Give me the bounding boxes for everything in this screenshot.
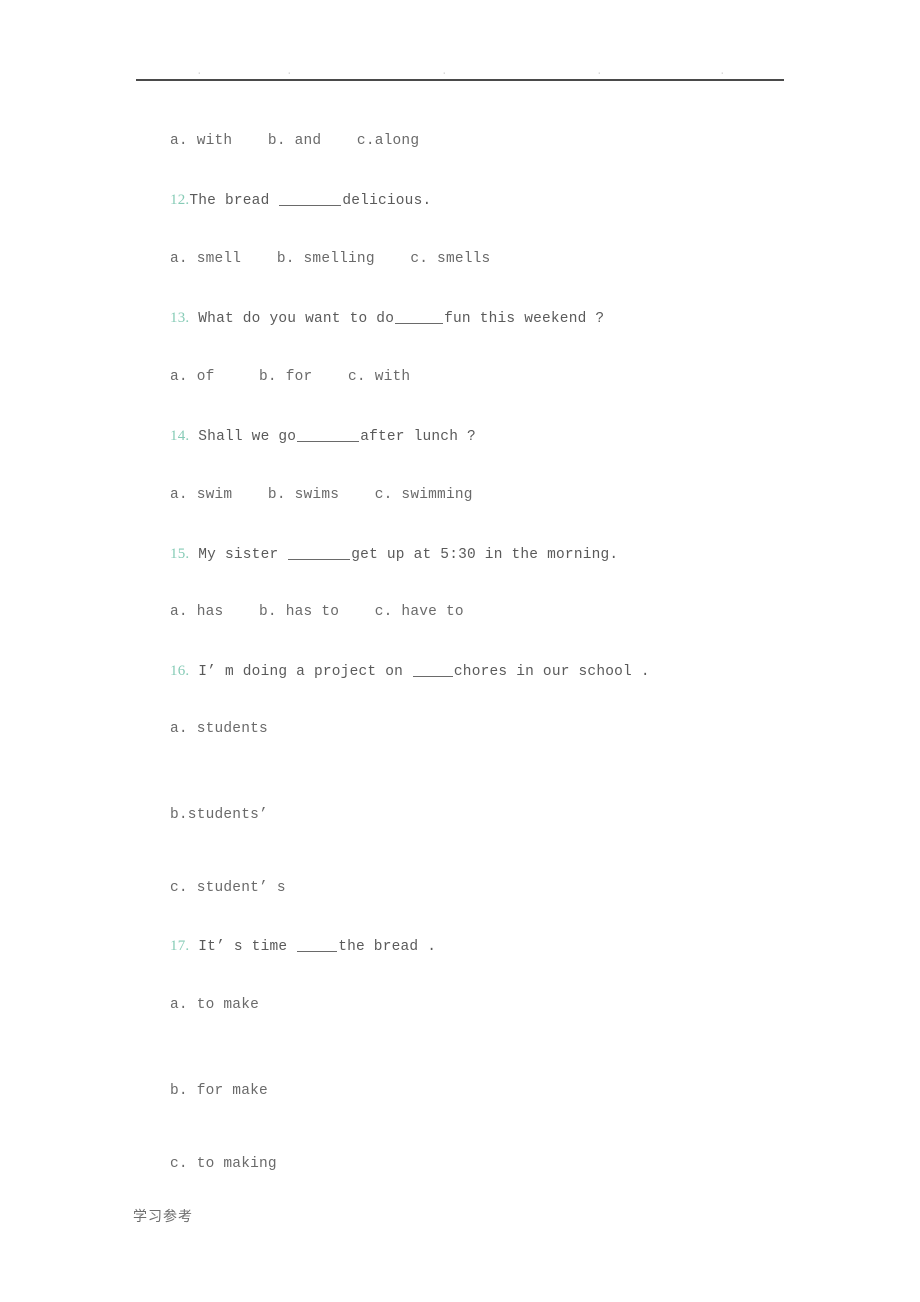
answer-blank[interactable] — [412, 663, 453, 677]
header-divider-rule — [136, 79, 784, 81]
option-q17-b[interactable]: b. for make — [170, 1081, 268, 1101]
answer-blank[interactable] — [395, 310, 444, 324]
question-number: 16. — [170, 663, 190, 679]
question-12: 12.The bread delicious. — [170, 190, 431, 211]
question-number: 12. — [170, 192, 190, 208]
question-16: 16. I’ m doing a project on chores in ou… — [170, 661, 650, 682]
header-ghost-fragment: . — [286, 66, 293, 78]
question-13: 13. What do you want to do fun this weeke… — [170, 308, 604, 329]
option-line-q12[interactable]: a. smell b. smelling c. smells — [170, 249, 490, 269]
option-q17-a[interactable]: a. to make — [170, 995, 259, 1015]
answer-blank[interactable] — [279, 192, 342, 206]
option-q16-c[interactable]: c. student’ s — [170, 878, 286, 898]
option-q16-a[interactable]: a. students — [170, 719, 268, 739]
option-q17-c[interactable]: c. to making — [170, 1154, 277, 1174]
header-ghost-fragment: . — [196, 66, 203, 78]
question-text-after: fun this weekend ? — [444, 311, 605, 327]
question-14: 14. Shall we go after lunch ? — [170, 426, 476, 447]
question-text-before: My sister — [189, 547, 288, 563]
option-line-q14[interactable]: a. swim b. swims c. swimming — [170, 485, 473, 505]
question-text-before: What do you want to do — [189, 311, 395, 327]
header-ghost-fragment: . — [441, 66, 448, 78]
header-ghost-fragment: . — [719, 66, 726, 78]
option-line-orphan: a. with b. and c.along — [170, 133, 420, 149]
header-ghost-fragment: . — [596, 66, 603, 78]
answer-blank[interactable] — [297, 938, 338, 952]
question-text-before: The bread — [189, 193, 279, 209]
question-text-after: the bread . — [338, 939, 437, 955]
question-number: 15. — [170, 546, 190, 562]
question-number: 17. — [170, 938, 190, 954]
option-line-q13[interactable]: a. of b. for c. with — [170, 367, 410, 387]
option-q16-b[interactable]: b.students’ — [170, 805, 268, 825]
question-15: 15. My sister get up at 5:30 in the morn… — [170, 544, 618, 565]
header-ghost-text: . . . . . — [136, 58, 784, 78]
question-text-after: delicious. — [342, 193, 432, 209]
page-footer: 学习参考 — [133, 1209, 193, 1225]
question-text-after: after lunch ? — [360, 429, 476, 445]
option-line-q15[interactable]: a. has b. has to c. have to — [170, 602, 464, 622]
question-number: 14. — [170, 428, 190, 444]
question-number: 13. — [170, 310, 190, 326]
answer-blank[interactable] — [288, 546, 351, 560]
question-text-before: It’ s time — [189, 939, 297, 955]
question-17: 17. It’ s time the bread . — [170, 936, 436, 957]
question-text-before: Shall we go — [189, 429, 297, 445]
document-page: . . . . . a. with b. and c.along 12.The … — [0, 0, 920, 1302]
question-text-before: I’ m doing a project on — [189, 664, 412, 680]
question-text-after: get up at 5:30 in the morning. — [351, 547, 619, 563]
answer-blank[interactable] — [297, 428, 360, 442]
question-text-after: chores in our school . — [453, 664, 650, 680]
